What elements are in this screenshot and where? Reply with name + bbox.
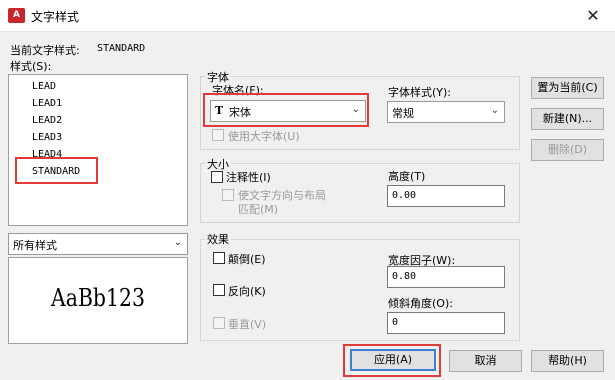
font-style-label: 字体样式(Y): <box>388 86 452 99</box>
help-button[interactable]: 帮助(H) <box>531 350 604 372</box>
list-item[interactable]: LEAD <box>32 81 56 92</box>
backwards-checkbox[interactable] <box>213 284 225 296</box>
annotative-checkbox[interactable] <box>211 171 223 183</box>
font-style-select[interactable]: 常规 ⌄ <box>387 101 505 123</box>
set-current-button[interactable]: 置为当前(C) <box>531 77 604 99</box>
title-bar <box>0 0 615 32</box>
effects-group-label: 效果 <box>205 231 231 247</box>
upside-down-label: 颠倒(E) <box>228 253 266 266</box>
highlight-box-style <box>15 157 98 184</box>
annotative-label: 注释性(I) <box>226 171 271 184</box>
highlight-box-font <box>203 93 369 127</box>
window-title: 文字样式 <box>31 10 80 24</box>
styles-label: 样式(S): <box>10 60 52 73</box>
match-orientation-checkbox[interactable] <box>222 189 234 201</box>
current-style-value: STANDARD <box>97 43 146 54</box>
list-item[interactable]: LEAD2 <box>32 115 62 126</box>
font-style-value: 常规 <box>392 107 414 120</box>
cancel-button[interactable]: 取消 <box>449 350 522 372</box>
use-big-font-label: 使用大字体(U) <box>228 130 300 143</box>
preview-panel: AaBb123 <box>8 257 188 344</box>
height-label: 高度(T) <box>388 170 426 183</box>
height-input[interactable]: 0.00 <box>387 185 505 207</box>
upside-down-checkbox[interactable] <box>213 252 225 264</box>
list-item[interactable]: LEAD1 <box>32 98 62 109</box>
match-orientation-label-2: 匹配(M) <box>238 203 279 216</box>
vertical-checkbox[interactable] <box>213 317 225 329</box>
vertical-label: 垂直(V) <box>228 318 267 331</box>
app-icon: A <box>8 8 25 23</box>
styles-list[interactable]: LEAD LEAD1 LEAD2 LEAD3 LEAD4 STANDARD <box>8 74 188 226</box>
new-button[interactable]: 新建(N)... <box>531 108 604 130</box>
close-icon[interactable]: ✕ <box>578 4 608 28</box>
style-filter-select[interactable]: 所有样式 ⌄ <box>8 233 188 255</box>
chevron-down-icon: ⌄ <box>490 105 499 116</box>
backwards-label: 反向(K) <box>228 285 266 298</box>
oblique-angle-input[interactable]: 0 <box>387 312 505 334</box>
style-filter-value: 所有样式 <box>13 239 57 252</box>
chevron-down-icon: ⌄ <box>173 237 182 248</box>
delete-button[interactable]: 删除(D) <box>531 139 604 161</box>
highlight-box-apply <box>343 344 441 377</box>
preview-text: AaBb123 <box>51 284 145 312</box>
width-factor-input[interactable]: 0.80 <box>387 266 505 288</box>
current-style-label: 当前文字样式: <box>10 44 80 57</box>
oblique-angle-label: 倾斜角度(O): <box>388 297 453 310</box>
use-big-font-checkbox[interactable] <box>212 129 224 141</box>
list-item[interactable]: LEAD3 <box>32 132 62 143</box>
